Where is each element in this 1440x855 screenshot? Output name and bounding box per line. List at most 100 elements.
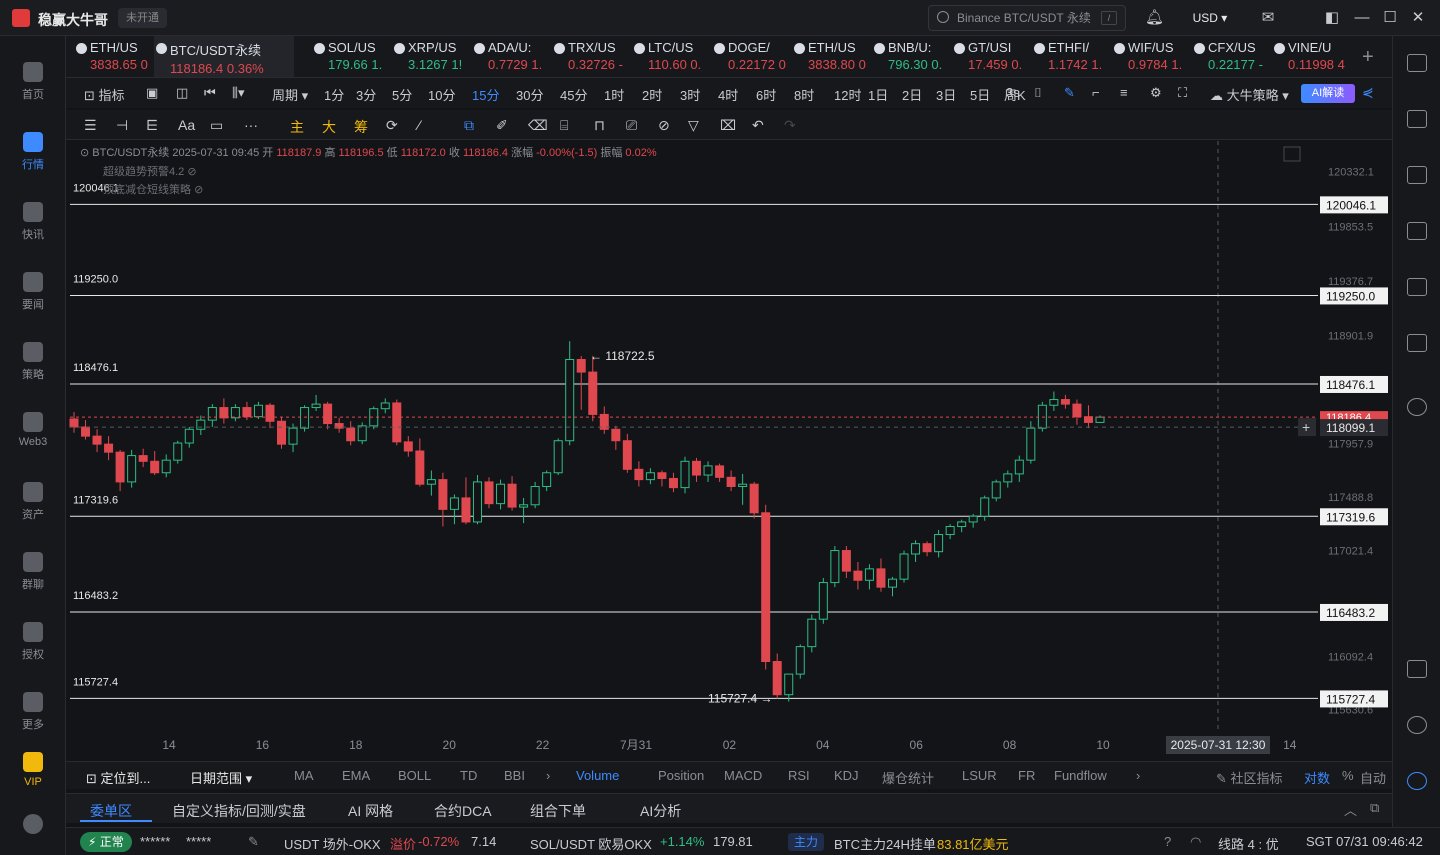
locate-button[interactable]: ⊡ 定位到... [86,768,150,787]
symbol-tab[interactable]: CFX/US 0.22177 - [1192,36,1272,77]
indicator-button[interactable]: ⊡ 指标 [84,85,125,104]
indicator-row-2[interactable]: 顶底减仓短线策略 ⊘ [103,181,203,197]
symbol-tab[interactable]: BNB/U: 796.30 0. [872,36,952,77]
edit-icon[interactable]: ✎ [248,834,259,850]
close-icon[interactable]: ✕ [1410,10,1426,26]
brush-icon[interactable]: ⁄ [418,117,420,133]
dollar-icon[interactable] [1407,166,1427,184]
log-scale-toggle[interactable]: 对数 [1304,768,1330,787]
strategy-dropdown[interactable]: ☁ 大牛策略 ▾ [1210,85,1289,104]
settings-icon[interactable]: ⚙ [1150,85,1162,101]
eye-off-icon[interactable]: ⊘ [194,184,203,196]
indicator-item[interactable]: KDJ [834,768,859,783]
indicator-item[interactable]: › [1136,768,1140,783]
indicator-item[interactable]: 爆仓统计 [882,768,934,787]
search-input[interactable]: Binance BTC/USDT 永续 / [928,5,1126,31]
indicator-item[interactable]: FR [1018,768,1035,783]
indicator-item[interactable]: Volume [576,768,619,783]
indicator-item[interactable]: BOLL [398,768,431,783]
percent-toggle[interactable]: % [1342,768,1354,783]
nav-headlines[interactable]: 要闻 [0,272,66,312]
symbol-tab[interactable]: SOL/US 179.66 1. [312,36,392,77]
community-indicator-button[interactable]: ✎ 社区指标 [1216,768,1283,787]
share-icon[interactable]: ⋞ [1362,84,1374,101]
period-dropdown[interactable]: 周期 ▾ [272,85,308,104]
period-button[interactable]: 12时 [834,85,861,104]
align-icon[interactable]: ≡ [1120,85,1128,100]
panel-tab[interactable]: 自定义指标/回测/实盘 [172,801,306,821]
exchange-icon[interactable] [1407,398,1427,416]
settings-button[interactable] [0,814,66,838]
symbol-tab[interactable]: ETH/US 3838.65 0 [74,36,154,77]
symbol-tab[interactable]: WIF/US 0.9784 1. [1112,36,1192,77]
route-status[interactable]: 线路 4 : 优 [1218,834,1279,853]
pencil-icon[interactable]: ✐ [496,117,508,134]
chevron-up-icon[interactable]: ︿ [1344,800,1357,819]
text-icon[interactable]: Aa [178,117,195,133]
indicator-item[interactable]: TD [460,768,477,783]
date-range-dropdown[interactable]: 日期范围 ▾ [190,768,252,787]
nav-web3[interactable]: Web3 [0,412,66,448]
lock-icon[interactable]: ⊓ [594,117,605,134]
nav-market[interactable]: 行情 [0,132,66,172]
panel-tab[interactable]: 合约DCA [434,801,492,821]
period-button[interactable]: 6时 [756,85,776,104]
candle-type-icon[interactable]: ⫼▾ [232,85,245,101]
symbol-tab[interactable]: GT/USI 17.459 0. [952,36,1032,77]
panel-tab[interactable]: AI 网格 [348,801,393,821]
indicator-item[interactable]: RSI [788,768,810,783]
popout-icon[interactable]: ⧉ [1370,800,1379,816]
nav-strategy[interactable]: 策略 [0,342,66,382]
minimize-icon[interactable]: — [1354,10,1370,26]
chart-canvas[interactable]: 120332.1 119853.5 119376.7 118901.9 118476.1… [66,141,1392,761]
trend-icon[interactable] [1407,222,1427,240]
vip-status-badge[interactable]: 未开通 [118,8,167,28]
assistant-icon[interactable] [1407,772,1427,790]
period-button[interactable]: 1分 [324,85,344,104]
indicator-item[interactable]: LSUR [962,768,997,783]
eraser-icon[interactable]: ⌫ [528,117,548,134]
window-icon[interactable] [1407,660,1427,678]
symbol-tab[interactable]: VINE/U 0.11998 4 [1272,36,1352,77]
layout-icon[interactable]: ◧ [1324,10,1340,26]
list-icon[interactable] [1407,54,1427,72]
trash-icon[interactable]: ⌧ [720,117,736,134]
symbol-tab[interactable]: DOGE/0.22172 0 [712,36,792,77]
multi-line-icon[interactable]: ⋿ [146,117,158,134]
symbol-tab[interactable]: LTC/US 110.60 0. [632,36,712,77]
copy-icon[interactable]: ⧉ [464,117,474,134]
redo-icon[interactable]: ↷ [784,117,796,134]
nav-group-chat[interactable]: 群聊 [0,552,66,592]
period-button[interactable]: 5分 [392,85,412,104]
period-button[interactable]: 3日 [936,85,956,104]
nav-more[interactable]: 更多 [0,692,66,732]
magnet-icon[interactable]: ⟳ [386,117,398,134]
collapse-icon[interactable]: ⊙ [80,147,92,159]
headset-icon[interactable] [1407,716,1427,734]
panel-tab[interactable]: AI分析 [640,801,681,821]
indicator-item[interactable]: EMA [342,768,370,783]
main-chart-toggle[interactable]: 主 [290,117,304,137]
indicator-item[interactable]: MACD [724,768,762,783]
pattern-icon[interactable]: ⌸ [560,117,568,134]
etf-icon[interactable] [1407,334,1427,352]
notes-icon[interactable] [1407,110,1427,128]
indicator-item[interactable]: Fundflow [1054,768,1107,783]
panel-tab[interactable]: 委单区 [90,801,132,821]
nav-assets[interactable]: 资产 [0,482,66,522]
indicator-item[interactable]: › [546,768,550,783]
monitor-icon[interactable] [1407,278,1427,296]
undo-icon[interactable]: ↶ [752,117,764,134]
menu-icon[interactable]: ☰ [84,117,97,134]
period-button[interactable]: 30分 [516,85,543,104]
layout-grid-icon[interactable]: ◫ [176,85,188,101]
symbol-tab[interactable]: ETHFI/1.1742 1. [1032,36,1112,77]
filter-icon[interactable]: ▽ [688,117,699,134]
nav-authorize[interactable]: 授权 [0,622,66,662]
period-button[interactable]: 15分 [472,85,499,104]
symbol-tab[interactable]: TRX/US 0.32726 - [552,36,632,77]
link-icon[interactable]: ⊘ [658,117,670,134]
auto-scale-toggle[interactable]: 自动 [1360,768,1386,787]
period-button[interactable]: 45分 [560,85,587,104]
mail-icon[interactable]: ✉ [1258,10,1278,26]
